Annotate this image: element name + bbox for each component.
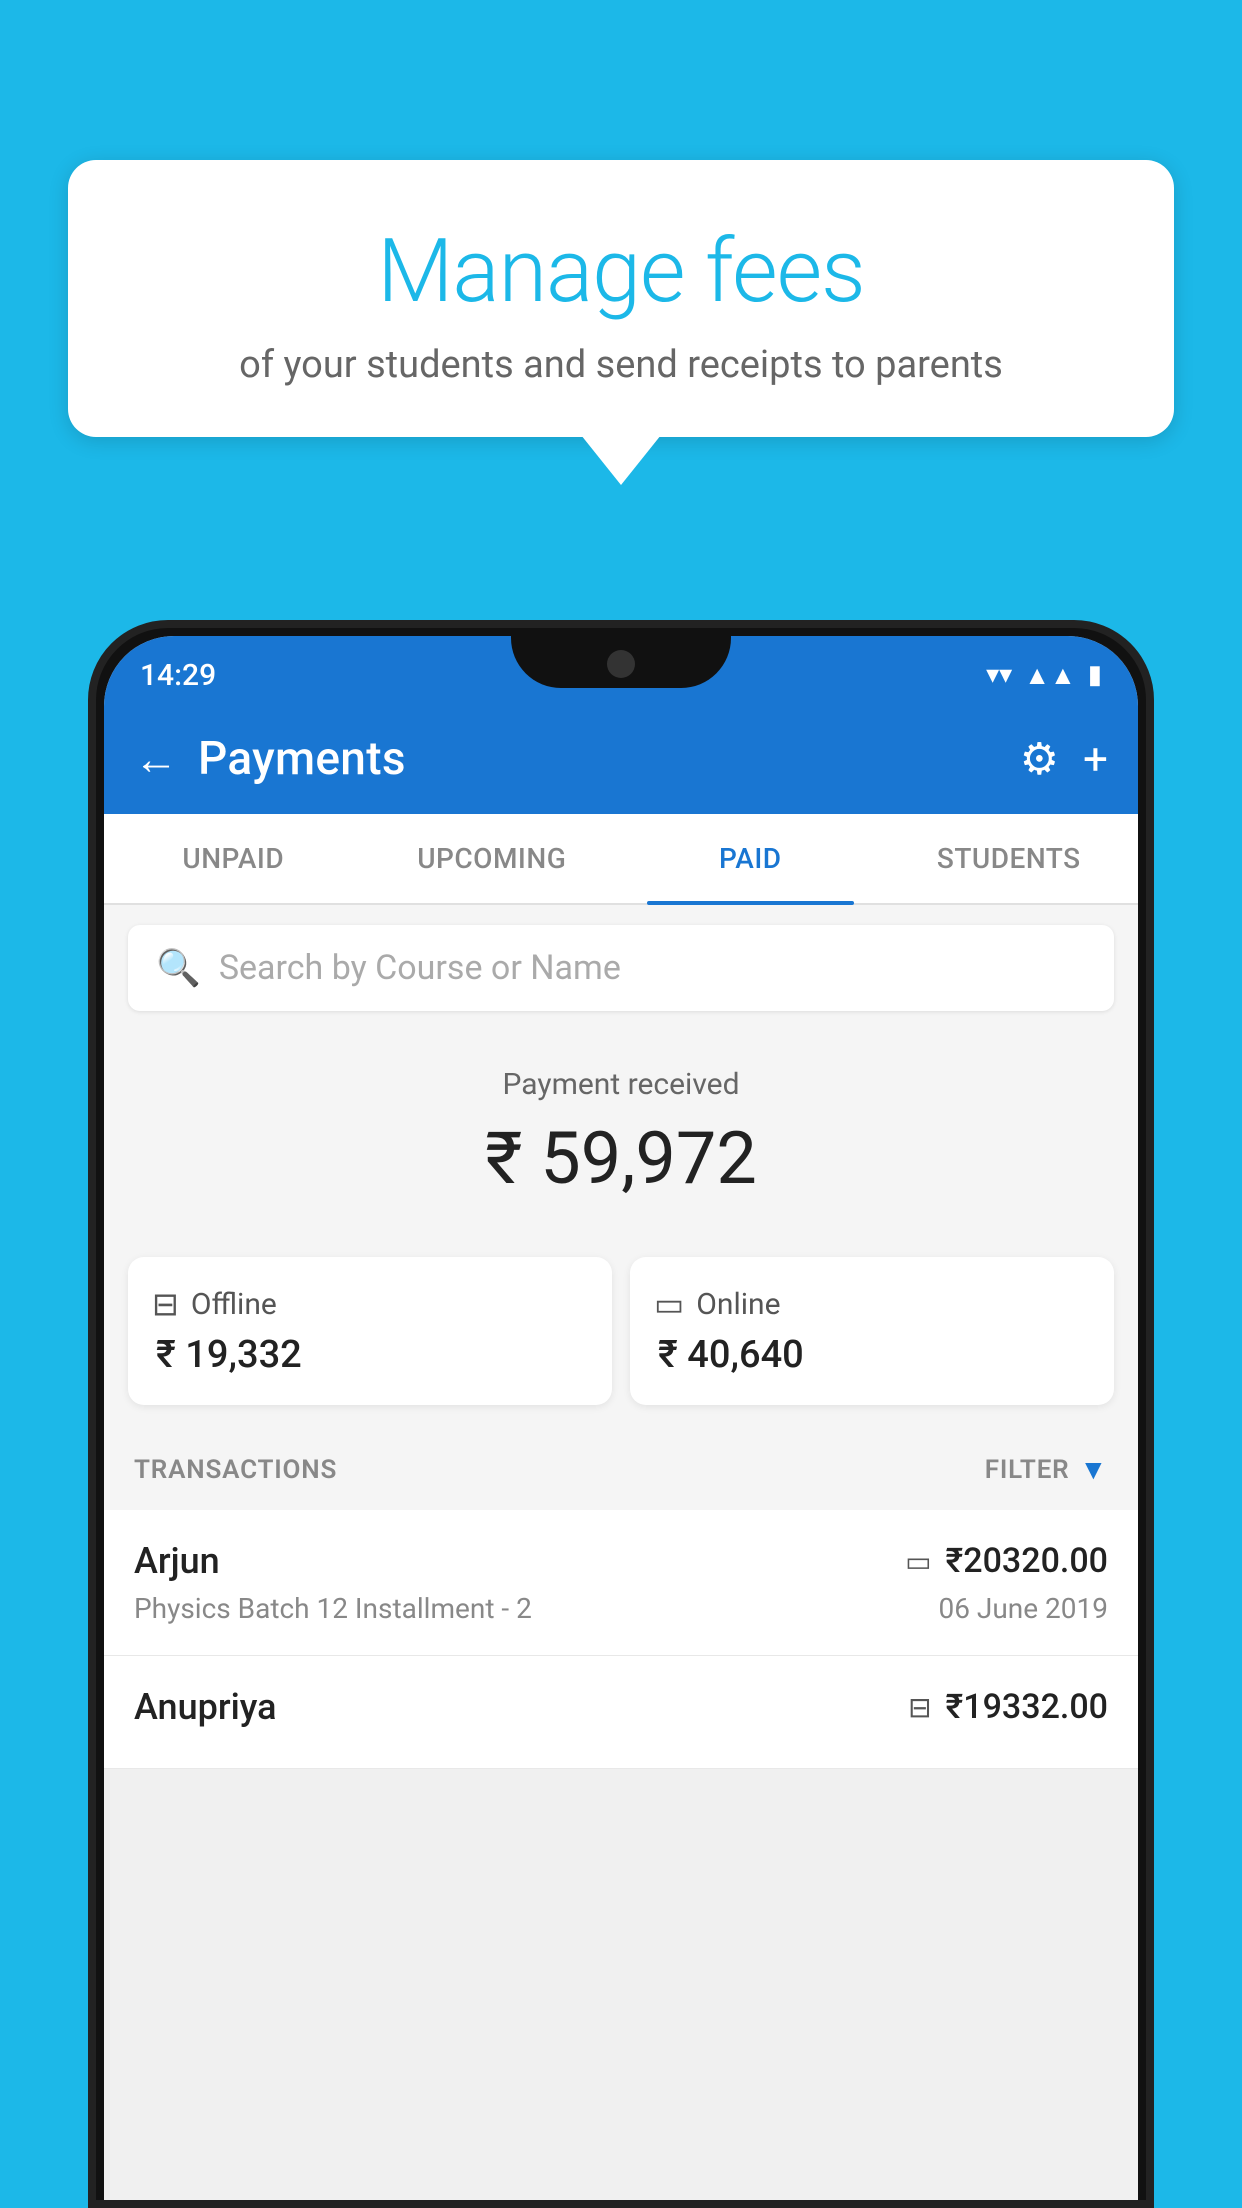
online-card: ▭ Online ₹ 40,640 [630, 1257, 1114, 1405]
app-bar: ← Payments ⚙ + [104, 704, 1138, 814]
transaction-amount: ₹20320.00 [946, 1541, 1108, 1581]
app-bar-title: Payments [198, 732, 1000, 786]
transactions-label: TRANSACTIONS [134, 1455, 337, 1485]
tabs-container: UNPAID UPCOMING PAID STUDENTS [104, 814, 1138, 905]
app-bar-actions: ⚙ + [1020, 733, 1108, 785]
phone-screen: 14:29 ▾▾ ▲▲ ▮ ← Payments ⚙ + UNPAID UPCO… [104, 636, 1138, 2200]
payment-received-label: Payment received [128, 1067, 1114, 1102]
power-button [1146, 788, 1154, 888]
speech-bubble: Manage fees of your students and send re… [68, 160, 1174, 437]
online-payment-icon: ▭ [905, 1545, 931, 1578]
phone-notch [511, 636, 731, 688]
online-icon: ▭ [654, 1285, 684, 1323]
filter-button[interactable]: FILTER ▼ [985, 1453, 1108, 1486]
offline-icon: ⊟ [152, 1285, 179, 1323]
search-container: 🔍 Search by Course or Name [104, 905, 1138, 1031]
bubble-subtitle: of your students and send receipts to pa… [108, 343, 1134, 387]
transaction-item[interactable]: Arjun ▭ ₹20320.00 Physics Batch 12 Insta… [104, 1510, 1138, 1656]
online-amount: ₹ 40,640 [654, 1333, 1090, 1377]
tab-unpaid[interactable]: UNPAID [104, 814, 363, 903]
offline-label: Offline [191, 1287, 277, 1322]
volume-button [88, 828, 96, 908]
tab-students[interactable]: STUDENTS [880, 814, 1139, 903]
status-icons: ▾▾ ▲▲ ▮ [986, 660, 1102, 691]
search-placeholder: Search by Course or Name [219, 948, 621, 988]
battery-icon: ▮ [1088, 660, 1102, 690]
camera [607, 650, 635, 678]
online-label: Online [696, 1287, 780, 1322]
payment-cards: ⊟ Offline ₹ 19,332 ▭ Online ₹ 40,640 [104, 1257, 1138, 1429]
signal-icon: ▲▲ [1024, 660, 1075, 691]
settings-icon[interactable]: ⚙ [1020, 733, 1059, 785]
transaction-course: Physics Batch 12 Installment - 2 [134, 1592, 532, 1625]
tab-upcoming[interactable]: UPCOMING [363, 814, 622, 903]
filter-icon: ▼ [1079, 1453, 1108, 1486]
back-button[interactable]: ← [134, 733, 178, 785]
offline-card: ⊟ Offline ₹ 19,332 [128, 1257, 612, 1405]
bubble-title: Manage fees [108, 220, 1134, 323]
offline-amount: ₹ 19,332 [152, 1333, 588, 1377]
transaction-amount-2: ₹19332.00 [946, 1687, 1108, 1727]
transaction-amount-row: ▭ ₹20320.00 [905, 1541, 1108, 1581]
payment-total-amount: ₹ 59,972 [128, 1116, 1114, 1201]
add-icon[interactable]: + [1083, 733, 1108, 785]
payment-summary: Payment received ₹ 59,972 [104, 1031, 1138, 1257]
transaction-name-2: Anupriya [134, 1686, 277, 1728]
search-icon: 🔍 [156, 947, 201, 989]
phone-frame: 14:29 ▾▾ ▲▲ ▮ ← Payments ⚙ + UNPAID UPCO… [88, 620, 1154, 2208]
filter-label: FILTER [985, 1455, 1070, 1485]
transaction-amount-row-2: ⊟ ₹19332.00 [908, 1687, 1108, 1727]
search-box[interactable]: 🔍 Search by Course or Name [128, 925, 1114, 1011]
status-time: 14:29 [140, 658, 216, 693]
transaction-item[interactable]: Anupriya ⊟ ₹19332.00 [104, 1656, 1138, 1769]
transaction-name: Arjun [134, 1540, 220, 1582]
offline-payment-icon: ⊟ [908, 1691, 931, 1724]
transaction-date: 06 June 2019 [938, 1592, 1108, 1625]
transactions-header: TRANSACTIONS FILTER ▼ [104, 1429, 1138, 1510]
tab-paid[interactable]: PAID [621, 814, 880, 903]
wifi-icon: ▾▾ [986, 660, 1012, 690]
